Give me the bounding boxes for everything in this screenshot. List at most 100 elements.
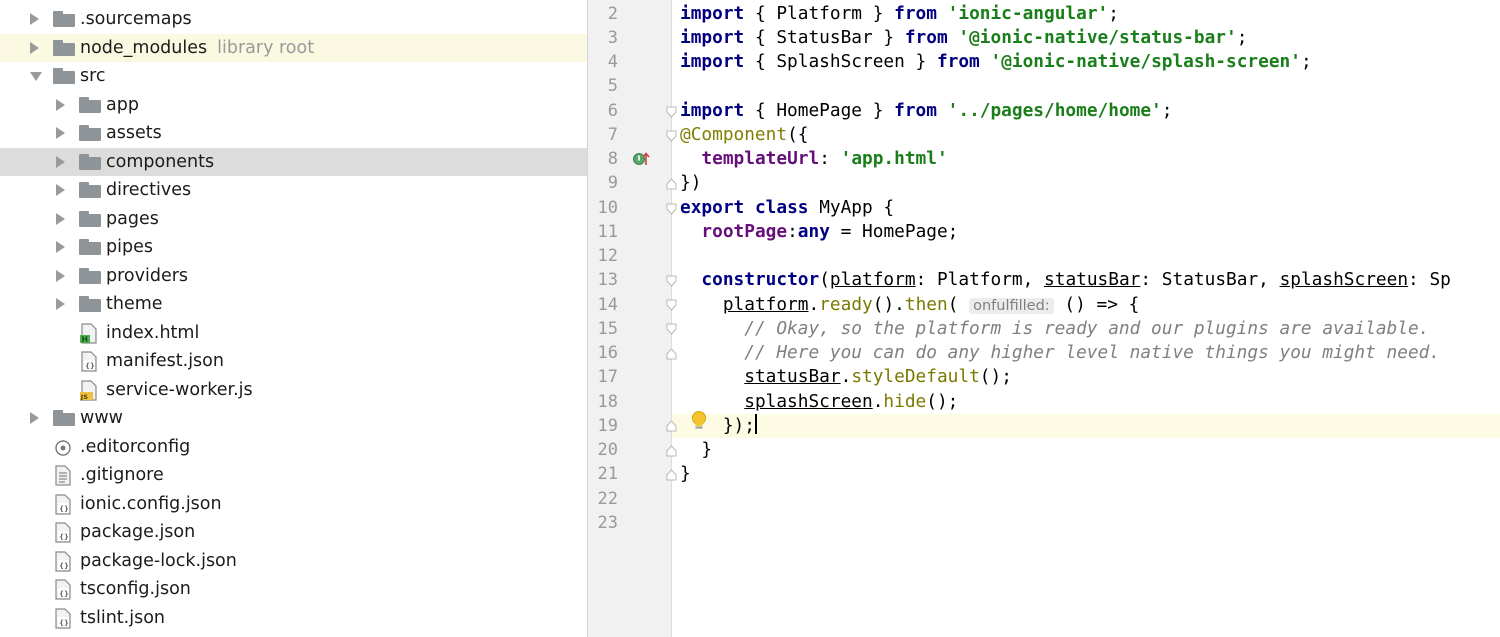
tree-item-app[interactable]: app	[0, 91, 587, 119]
module-string: '../pages/home/home'	[947, 100, 1162, 121]
tree-item-label: www	[80, 408, 123, 428]
chevron-right-icon[interactable]	[56, 184, 65, 196]
code-line-15: // Okay, so the platform is ready and ou…	[680, 317, 1429, 341]
chevron-right-icon[interactable]	[56, 127, 65, 139]
tree-item-label: components	[106, 151, 215, 172]
tree-item-www[interactable]: www	[0, 404, 587, 432]
chevron-right-icon[interactable]	[56, 269, 65, 282]
punctuation: (	[819, 269, 830, 290]
chevron-right-icon[interactable]	[56, 298, 65, 310]
semicolon: ;	[1108, 3, 1119, 24]
tree-item-index-html[interactable]: Hindex.html	[0, 319, 587, 347]
tree-item-ionic-config-json[interactable]: {} ionic.config.json	[0, 490, 587, 518]
tree-item-pages[interactable]: pages	[0, 205, 587, 233]
code-line-10: export class MyApp {	[680, 196, 894, 220]
line-number-16: 16	[597, 343, 618, 363]
statusbar-ref: statusBar	[744, 366, 841, 387]
param-type: : StatusBar,	[1140, 269, 1280, 290]
svg-text:{}: {}	[59, 533, 69, 541]
module-string: 'ionic-angular'	[947, 3, 1109, 24]
assignment: = HomePage;	[829, 221, 959, 242]
chevron-right-icon[interactable]	[56, 98, 65, 111]
fold-end-icon[interactable]	[666, 469, 677, 481]
tree-item-service-worker-js[interactable]: JS service-worker.js	[0, 376, 587, 404]
code-line-21: }	[680, 462, 691, 486]
line-number-18: 18	[597, 392, 618, 412]
tree-item-editorconfig[interactable]: .editorconfig	[0, 433, 587, 461]
json-file-icon: {}	[81, 351, 97, 372]
code-line-6: import { HomePage } from '../pages/home/…	[680, 99, 1172, 123]
punctuation: })	[680, 172, 702, 193]
comment: // Here you can do any higher level nati…	[744, 342, 1441, 363]
tree-item-package-json[interactable]: {} package.json	[0, 518, 587, 546]
semicolon: ;	[1161, 100, 1173, 121]
line-number-23: 23	[597, 513, 618, 533]
tree-item-sourcemaps[interactable]: .sourcemaps	[0, 5, 587, 33]
code-line-9: })	[680, 171, 701, 195]
tree-item-src[interactable]: src	[0, 62, 587, 90]
tree-item-label: manifest.json	[106, 351, 224, 371]
line-number-5: 5	[607, 76, 618, 96]
chevron-right-icon[interactable]	[56, 241, 65, 253]
fold-end-icon[interactable]	[666, 348, 677, 360]
line-number-10: 10	[597, 198, 618, 218]
svg-text:{}: {}	[85, 362, 95, 370]
tree-item-label: node_modules library root	[80, 37, 315, 58]
chevron-right-icon[interactable]	[30, 13, 39, 25]
tree-item-label: theme	[106, 294, 163, 314]
tree-item-label: assets	[106, 123, 162, 143]
line-number-19: 19	[597, 416, 618, 436]
tree-item-gitignore[interactable]: .gitignore	[0, 461, 587, 489]
tree-item-node-modules[interactable]: node_modules library root	[0, 33, 587, 62]
implemented-method-icon[interactable]	[632, 151, 652, 167]
tree-item-tslint-json[interactable]: {} tslint.json	[0, 604, 587, 632]
fold-start-icon[interactable]	[666, 106, 677, 118]
chevron-right-icon[interactable]	[56, 155, 65, 168]
tree-item-label: app	[106, 94, 139, 115]
code-line-3: import { StatusBar } from '@ionic-native…	[680, 26, 1247, 50]
punctuation: ();	[926, 391, 959, 412]
fold-start-icon[interactable]	[666, 275, 677, 287]
punctuation: .	[872, 391, 884, 412]
line-number-17: 17	[597, 367, 618, 387]
folder-icon	[53, 39, 75, 56]
import-specifier: { Platform }	[744, 3, 895, 24]
tree-item-pipes[interactable]: pipes	[0, 233, 587, 261]
code-line-19[interactable]: });	[680, 414, 757, 438]
fold-start-icon[interactable]	[666, 130, 677, 142]
chevron-down-icon[interactable]	[30, 72, 42, 81]
comment: // Okay, so the platform is ready and ou…	[744, 318, 1430, 339]
parameter-hint: onfulfilled:	[969, 298, 1054, 314]
punctuation: (	[947, 294, 970, 315]
fold-end-icon[interactable]	[666, 445, 677, 457]
tree-item-package-lock-json[interactable]: {} package-lock.json	[0, 547, 587, 575]
tree-item-label: .gitignore	[80, 465, 164, 485]
line-number-22: 22	[597, 489, 618, 509]
import-specifier: { SplashScreen }	[744, 51, 937, 72]
tree-item-assets[interactable]: assets	[0, 119, 587, 147]
fold-end-icon[interactable]	[666, 420, 677, 432]
fold-end-icon[interactable]	[666, 178, 677, 190]
line-number-7: 7	[607, 125, 618, 145]
fold-start-icon[interactable]	[666, 299, 677, 311]
code-line-20: }	[680, 438, 712, 462]
fold-start-icon[interactable]	[666, 203, 677, 215]
tree-item-components[interactable]: components	[0, 147, 587, 176]
chevron-right-icon[interactable]	[30, 412, 39, 424]
semicolon: ;	[1236, 27, 1248, 48]
tree-item-manifest-json[interactable]: {} manifest.json	[0, 347, 587, 375]
tree-item-label: service-worker.js	[106, 379, 253, 400]
line-number-14: 14	[597, 295, 618, 315]
closing-brace: }	[680, 463, 691, 484]
tree-item-directives[interactable]: directives	[0, 176, 587, 204]
fold-start-icon[interactable]	[666, 323, 677, 335]
line-number-11: 11	[597, 222, 618, 242]
keyword-constructor: constructor	[701, 269, 820, 290]
tree-item-theme[interactable]: theme	[0, 290, 587, 318]
tree-item-providers[interactable]: providers	[0, 262, 587, 290]
tree-item-tsconfig-json[interactable]: {} tsconfig.json	[0, 575, 587, 603]
chevron-right-icon[interactable]	[30, 41, 39, 54]
code-editor[interactable]: 2 3 4 5 6 7 8 9 10 11 12 13 14 15 16 17 18 19 20 21 22 23 imp…	[588, 0, 1500, 637]
keyword-from: from	[894, 3, 937, 24]
chevron-right-icon[interactable]	[56, 212, 65, 225]
